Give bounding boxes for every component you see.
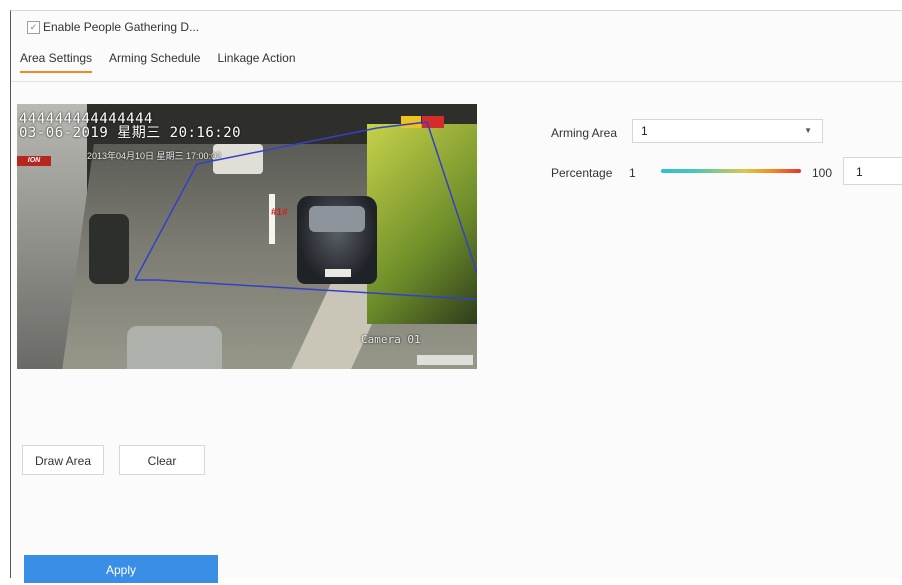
tab-arming-schedule[interactable]: Arming Schedule [109,51,200,73]
arming-area-value: 1 [641,124,648,138]
settings-panel: ✓ Enable People Gathering D... Area Sett… [10,10,902,583]
video-preview[interactable]: ION 2013年04月10日 星期三 17:00:02 #1# 4444444… [17,104,477,369]
osd-line-1: 444444444444444 [19,111,153,127]
tab-bar: Area Settings Arming Schedule Linkage Ac… [20,51,313,73]
clear-button[interactable]: Clear [119,445,205,475]
enable-row[interactable]: ✓ Enable People Gathering D... [27,20,199,34]
percentage-input[interactable]: 1 [843,157,902,185]
osd-line-2: 03-06-2019 星期三 20:16:20 [19,125,242,141]
chevron-down-icon: ▼ [804,126,812,135]
arming-area-label: Arming Area [551,126,618,140]
arming-area-polygon [134,121,477,301]
apply-button[interactable]: Apply [24,555,218,583]
percentage-value: 1 [856,165,863,179]
percentage-min: 1 [629,166,636,180]
tab-divider [11,81,902,82]
percentage-slider[interactable] [661,169,801,173]
arming-area-select[interactable]: 1 ▼ [632,119,823,143]
tab-linkage-action[interactable]: Linkage Action [217,51,295,73]
camera-label: Camera 01 [361,333,421,346]
draw-area-button[interactable]: Draw Area [22,445,104,475]
percentage-max: 100 [812,166,833,180]
enable-checkbox[interactable]: ✓ [27,20,40,34]
enable-label: Enable People Gathering D... [43,20,200,34]
osd-overlay: 444444444444444 03-06-2019 星期三 20:16:20 [19,112,241,140]
watermark [417,355,473,365]
tab-area-settings[interactable]: Area Settings [20,51,93,73]
top-strip [0,0,902,10]
percentage-label: Percentage [551,166,613,180]
